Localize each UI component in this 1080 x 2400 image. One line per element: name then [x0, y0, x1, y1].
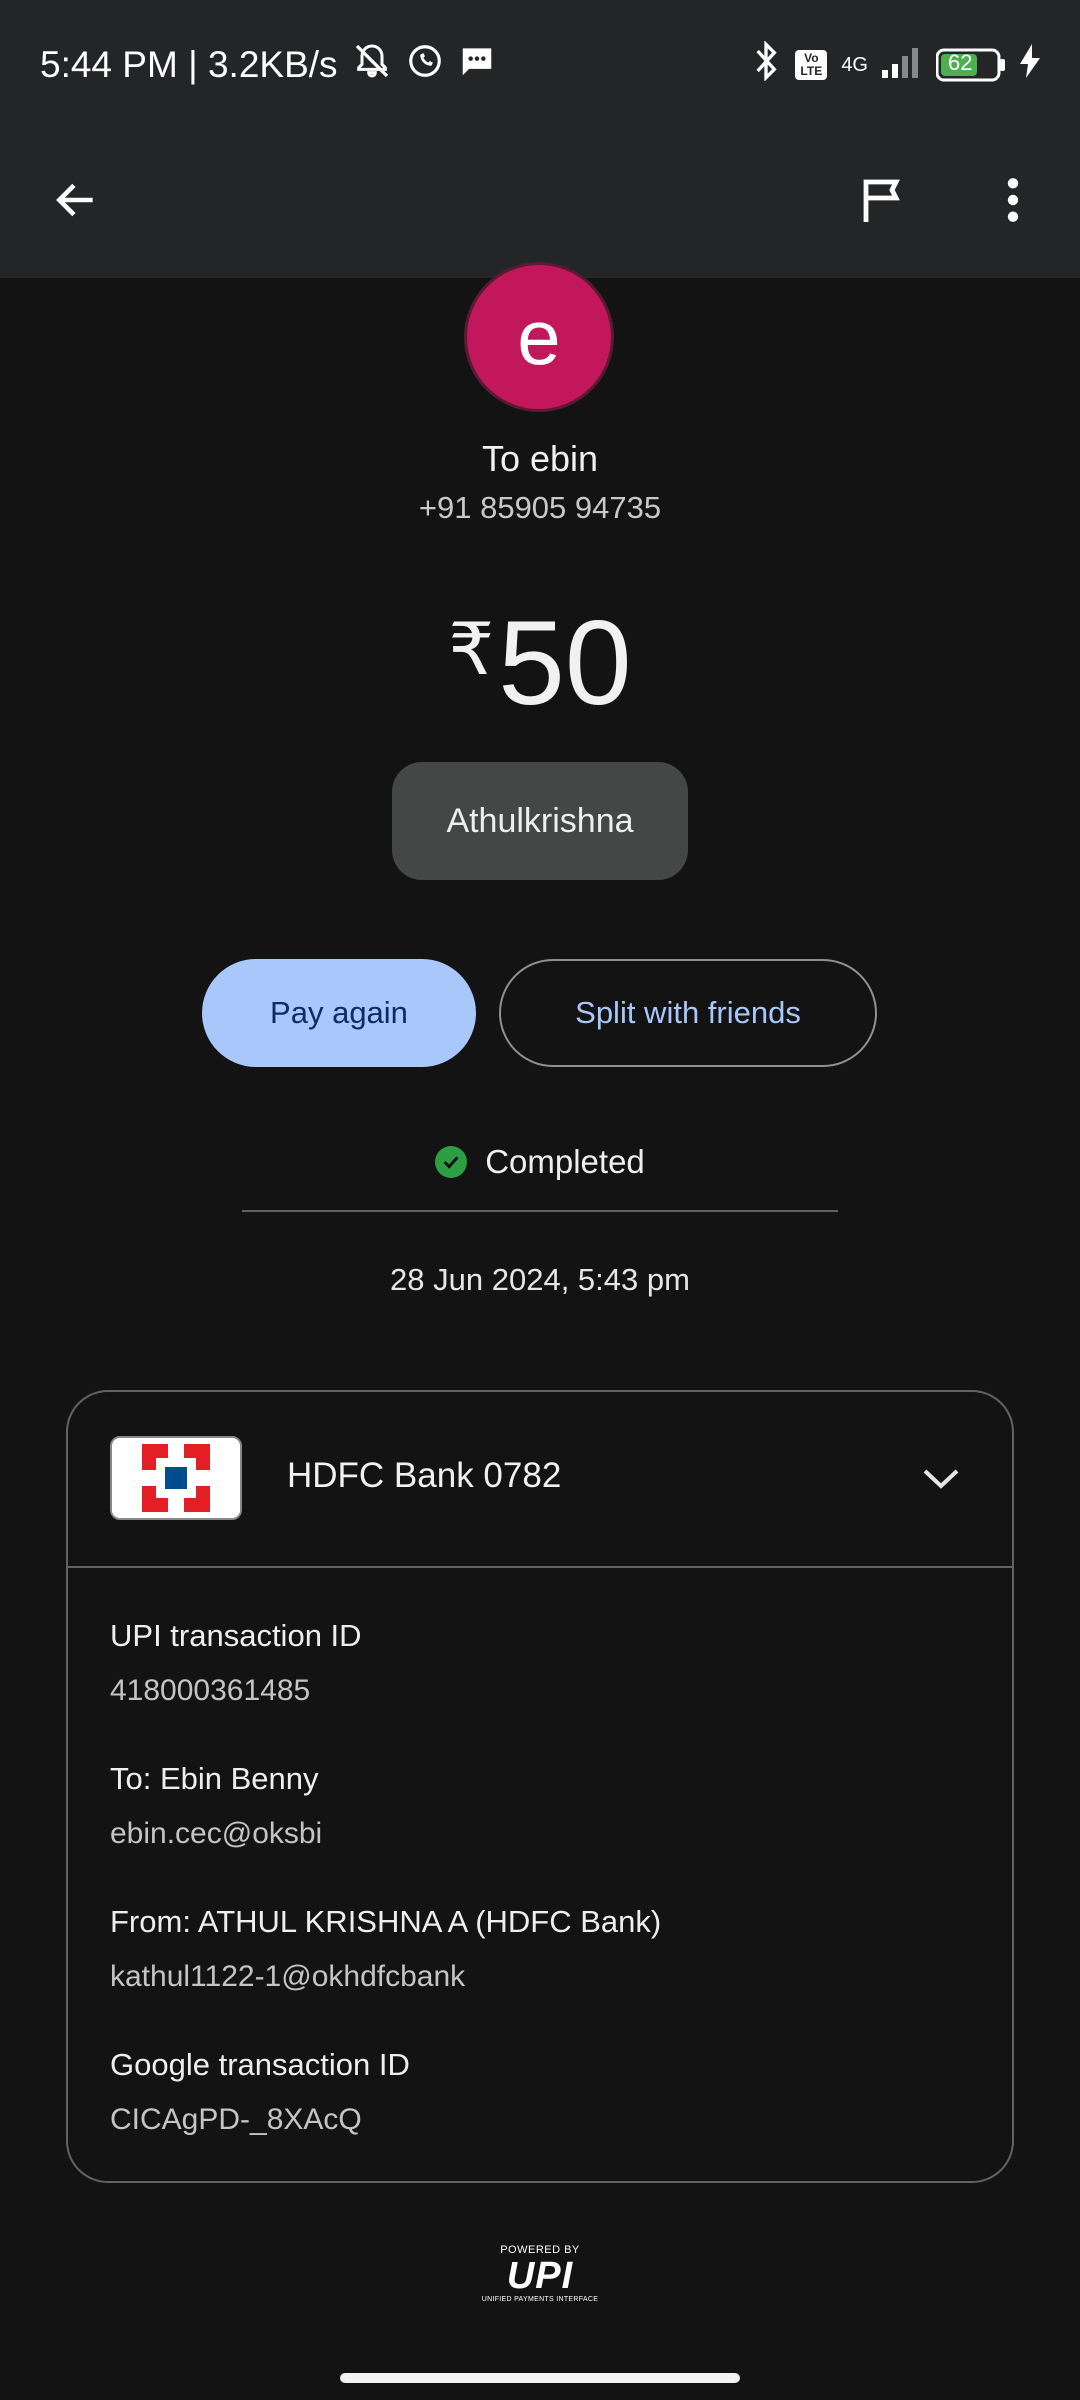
- to-upi-id: ebin.cec@oksbi: [110, 1817, 323, 1850]
- home-indicator[interactable]: [340, 2373, 740, 2383]
- transaction-datetime: 28 Jun 2024, 5:43 pm: [390, 1262, 690, 1297]
- bank-account-row[interactable]: HDFC Bank 0782: [68, 1392, 1012, 1568]
- upi-logo: POWERED BY UPI UNIFIED PAYMENTS INTERFAC…: [478, 2244, 602, 2308]
- upi-full-name: UNIFIED PAYMENTS INTERFACE: [481, 2296, 599, 2303]
- arrow-left-icon: [56, 183, 93, 217]
- status-left: 5:44 PM | 3.2KB/s: [40, 41, 496, 90]
- check-circle-icon: [435, 1146, 468, 1178]
- recipient-phone: +91 85905 94735: [418, 490, 662, 525]
- status-bar: 5:44 PM | 3.2KB/s Vo LTE 4G 62: [0, 0, 1080, 130]
- hdfc-logo-icon: [110, 1436, 242, 1520]
- currency-symbol: ₹: [448, 610, 495, 690]
- bank-name: HDFC Bank 0782: [287, 1456, 562, 1495]
- payment-status: Completed: [0, 1143, 1080, 1181]
- to-label: To: Ebin Benny: [110, 1761, 319, 1796]
- divider: [242, 1210, 838, 1212]
- pay-again-button[interactable]: Pay again: [202, 959, 476, 1067]
- status-label: Completed: [485, 1143, 645, 1180]
- chevron-down-icon[interactable]: [916, 1454, 966, 1504]
- message-icon: [458, 42, 496, 89]
- upi-transaction-id-value: 418000361485: [110, 1674, 311, 1707]
- recipient-name: To ebin: [481, 438, 599, 479]
- volte-badge: Vo LTE: [795, 50, 828, 80]
- status-time: 5:44 PM | 3.2KB/s: [40, 44, 338, 85]
- amount: ₹50: [0, 580, 1080, 733]
- split-with-friends-button[interactable]: Split with friends: [499, 959, 877, 1067]
- google-transaction-id-value: CICAgPD-_8XAcQ: [110, 2103, 362, 2136]
- more-vert-icon: [1007, 178, 1019, 222]
- network-label: 4G: [841, 53, 868, 76]
- avatar: e: [464, 262, 614, 412]
- charging-icon: [1020, 43, 1040, 87]
- from-upi-id: kathul1122-1@okhdfcbank: [110, 1960, 466, 1993]
- battery-icon: 62: [935, 48, 1006, 82]
- flag-icon: [863, 179, 900, 222]
- battery-level: 62: [948, 50, 973, 75]
- more-options-button[interactable]: [973, 160, 1053, 240]
- whatsapp-icon: [406, 42, 444, 89]
- avatar-letter: e: [517, 292, 561, 381]
- back-button[interactable]: [36, 160, 116, 240]
- report-button[interactable]: [842, 160, 922, 240]
- from-label: From: ATHUL KRISHNA A (HDFC Bank): [110, 1904, 662, 1939]
- status-right: Vo LTE 4G 62: [751, 39, 1040, 90]
- amount-value: 50: [498, 596, 632, 730]
- signal-icon: [882, 44, 922, 87]
- google-transaction-id-label: Google transaction ID: [110, 2047, 410, 2082]
- upi-transaction-id-label: UPI transaction ID: [110, 1618, 362, 1653]
- bluetooth-icon: [751, 39, 781, 90]
- bell-off-icon: [352, 41, 392, 90]
- app-bar: [0, 130, 1080, 278]
- upi-wordmark: UPI: [506, 2255, 574, 2297]
- transaction-details-card: HDFC Bank 0782 UPI transaction ID 418000…: [66, 1390, 1014, 2183]
- payment-note: Athulkrishna: [392, 762, 688, 880]
